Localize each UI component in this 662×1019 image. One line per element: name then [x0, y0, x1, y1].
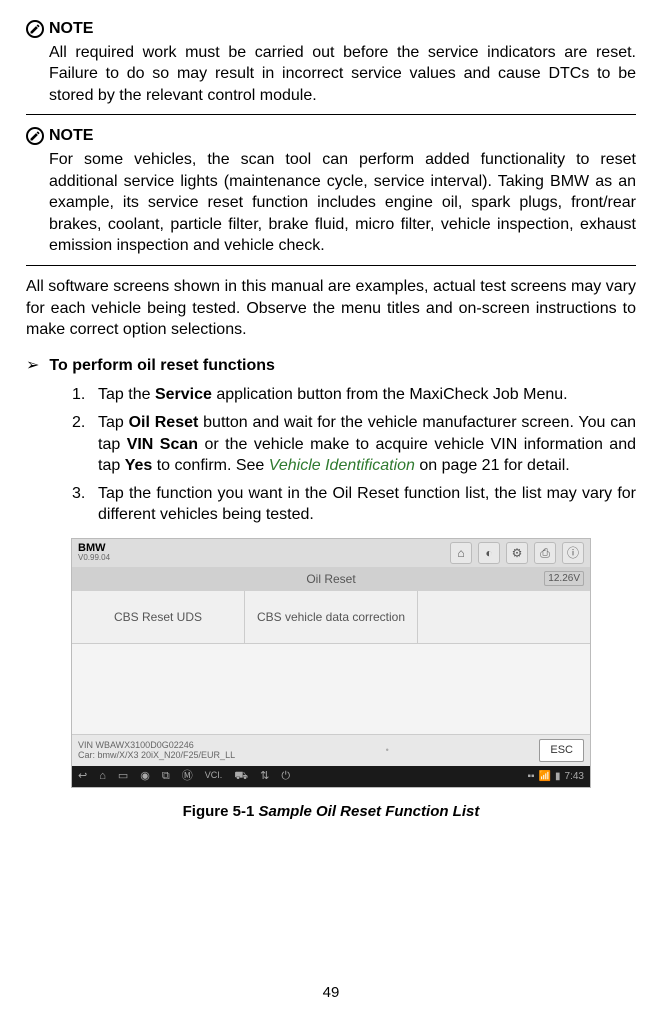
- screen-title-bar: Oil Reset 12.26V: [72, 567, 590, 591]
- toolbar-icons: ⌂ ◐ ⚙ ⎙ ⓘ: [450, 542, 584, 564]
- back-icon[interactable]: ↩: [78, 769, 87, 784]
- step-text: Tap the Service application button from …: [98, 386, 568, 403]
- screenshot-icon[interactable]: ⧉: [162, 769, 170, 784]
- work-area: [72, 644, 590, 734]
- info-row: VIN WBAWX3100D0G02246 Car: bmw/X/X3 20iX…: [72, 734, 590, 766]
- step-text: Tap the function you want in the Oil Res…: [98, 485, 636, 524]
- step-3: 3. Tap the function you want in the Oil …: [72, 483, 636, 526]
- gauge-icon[interactable]: ◐: [478, 542, 500, 564]
- status-dots: ▪▪: [527, 770, 534, 784]
- clock: 7:43: [565, 770, 584, 784]
- tablet-frame: BMW V0.99.04 ⌂ ◐ ⚙ ⎙ ⓘ Oil Reset 12.26V …: [71, 538, 591, 788]
- pencil-circle-icon: [26, 127, 44, 145]
- step-number: 3.: [72, 483, 85, 505]
- step-number: 2.: [72, 412, 85, 434]
- note-header: NOTE: [26, 125, 636, 147]
- info-paragraph: All software screens shown in this manua…: [26, 276, 636, 341]
- center-marker: •: [386, 744, 389, 756]
- note-body-1: All required work must be carried out be…: [26, 42, 636, 107]
- tablet-top-bar: BMW V0.99.04 ⌂ ◐ ⚙ ⎙ ⓘ: [72, 539, 590, 567]
- divider: [26, 114, 636, 115]
- screen-title: Oil Reset: [306, 572, 355, 586]
- vehicle-info: VIN WBAWX3100D0G02246 Car: bmw/X/X3 20iX…: [78, 740, 235, 762]
- power-icon[interactable]: ⏻: [281, 769, 290, 784]
- info-icon[interactable]: ⓘ: [562, 542, 584, 564]
- car-text: Car: bmw/X/X3 20iX_N20/F25/EUR_LL: [78, 750, 235, 761]
- step-number: 1.: [72, 384, 85, 406]
- esc-button[interactable]: ESC: [539, 739, 584, 762]
- home-icon[interactable]: ⌂: [99, 769, 106, 784]
- step-2: 2. Tap Oil Reset button and wait for the…: [72, 412, 636, 477]
- vci-icon[interactable]: VCI.: [205, 769, 223, 784]
- steps-list: 1. Tap the Service application button fr…: [26, 384, 636, 526]
- note-label: NOTE: [49, 18, 93, 40]
- pencil-circle-icon: [26, 20, 44, 38]
- system-bar: ↩ ⌂ ▭ ◉ ⧉ Ⓜ VCI. ⛟ ⇅ ⏻ ▪▪ 📶 ▮ 7:43: [72, 766, 590, 787]
- step-1: 1. Tap the Service application button fr…: [72, 384, 636, 406]
- browser-icon[interactable]: ◉: [140, 769, 150, 784]
- function-cbs-correction[interactable]: CBS vehicle data correction: [245, 591, 418, 643]
- note-block-2: NOTE For some vehicles, the scan tool ca…: [26, 125, 636, 266]
- figure-caption: Figure 5-1 Sample Oil Reset Function Lis…: [26, 802, 636, 822]
- cross-reference-link[interactable]: Vehicle Identification: [269, 457, 415, 474]
- function-cbs-reset[interactable]: CBS Reset UDS: [72, 591, 245, 643]
- wifi-icon: 📶: [539, 770, 551, 784]
- figure-number: Figure 5-1: [183, 803, 255, 820]
- function-row: CBS Reset UDS CBS vehicle data correctio…: [72, 591, 590, 644]
- step-text: Tap Oil Reset button and wait for the ve…: [98, 414, 636, 474]
- note-body-2: For some vehicles, the scan tool can per…: [26, 149, 636, 257]
- print-icon[interactable]: ⎙: [534, 542, 556, 564]
- brand-info: BMW V0.99.04: [78, 542, 110, 564]
- note-label: NOTE: [49, 125, 93, 147]
- car-icon[interactable]: ⛟: [234, 769, 248, 784]
- note-header: NOTE: [26, 18, 636, 40]
- page-number: 49: [0, 983, 662, 1003]
- divider: [26, 265, 636, 266]
- procedure-heading: ➢ To perform oil reset functions: [26, 355, 636, 377]
- app-icon[interactable]: Ⓜ: [182, 769, 193, 784]
- note-block-1: NOTE All required work must be carried o…: [26, 18, 636, 115]
- embedded-screenshot: BMW V0.99.04 ⌂ ◐ ⚙ ⎙ ⓘ Oil Reset 12.26V …: [71, 538, 591, 788]
- link-icon[interactable]: ⇅: [260, 769, 269, 784]
- arrow-icon: ➢: [26, 355, 39, 377]
- function-empty: [418, 591, 590, 643]
- sys-status: ▪▪ 📶 ▮ 7:43: [527, 770, 584, 784]
- voltage-badge: 12.26V: [544, 571, 584, 587]
- settings-icon[interactable]: ⚙: [506, 542, 528, 564]
- vin-text: VIN WBAWX3100D0G02246: [78, 740, 235, 751]
- recent-icon[interactable]: ▭: [118, 769, 128, 784]
- home-icon[interactable]: ⌂: [450, 542, 472, 564]
- battery-icon: ▮: [555, 770, 561, 784]
- procedure-title: To perform oil reset functions: [49, 355, 275, 377]
- figure-title: Sample Oil Reset Function List: [254, 803, 479, 820]
- sys-icons: ↩ ⌂ ▭ ◉ ⧉ Ⓜ VCI. ⛟ ⇅ ⏻: [78, 769, 290, 784]
- version-text: V0.99.04: [78, 554, 110, 563]
